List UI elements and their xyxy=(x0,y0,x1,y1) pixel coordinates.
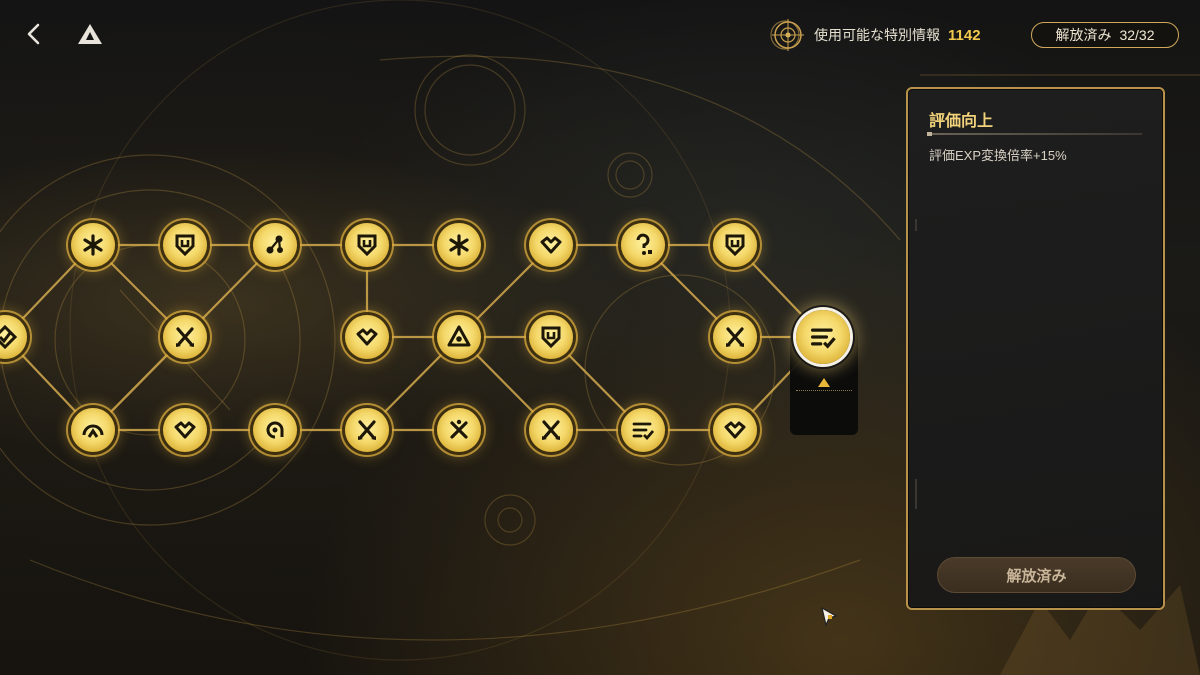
cross-arrows-icon xyxy=(358,420,376,440)
back-button[interactable] xyxy=(14,14,54,54)
skill-node[interactable] xyxy=(345,315,389,359)
panel-scroll-mark xyxy=(915,219,917,231)
skill-node[interactable] xyxy=(163,408,207,452)
cross-arrows-icon xyxy=(542,420,560,440)
skill-node[interactable] xyxy=(529,223,573,267)
intel-value: 1142 xyxy=(948,26,981,44)
heart-check-icon xyxy=(356,328,378,346)
skill-node[interactable] xyxy=(713,408,757,452)
panel-description: 評価EXP変換倍率+15% xyxy=(929,148,1067,163)
skill-node[interactable] xyxy=(713,315,757,359)
skill-node-selected[interactable] xyxy=(796,310,850,364)
cross-arrows-icon xyxy=(726,327,744,347)
panel-scroll-mark xyxy=(915,479,917,509)
home-logo-button[interactable] xyxy=(70,14,110,54)
skill-node[interactable] xyxy=(529,315,573,359)
mouse-cursor-icon xyxy=(821,606,838,627)
skill-node[interactable] xyxy=(253,223,297,267)
skill-node[interactable] xyxy=(713,223,757,267)
skill-node[interactable] xyxy=(253,408,297,452)
unlocked-label: 解放済み xyxy=(1055,27,1112,43)
heart-check-icon xyxy=(724,421,746,439)
skill-node[interactable] xyxy=(345,223,389,267)
skill-node[interactable] xyxy=(163,223,207,267)
x-split-icon xyxy=(450,419,468,439)
circle-a-icon xyxy=(266,421,284,439)
chevron-left-icon xyxy=(27,23,40,45)
unlocked-badge: 解放済み 32/32 xyxy=(1031,22,1179,48)
triangle-logo-icon xyxy=(78,24,102,44)
unlocked-count: 32/32 xyxy=(1119,27,1155,43)
intel-label: 使用可能な特別情報 xyxy=(814,27,940,43)
cross-arrows-icon xyxy=(176,327,194,347)
skill-node[interactable] xyxy=(71,408,115,452)
skill-detail-panel: 評価向上 評価EXP変換倍率+15% 解放済み xyxy=(906,87,1165,610)
skill-node[interactable] xyxy=(437,408,481,452)
asterisk-icon xyxy=(83,234,103,256)
intel-counter: 使用可能な特別情報 1142 xyxy=(770,18,981,52)
skill-node[interactable] xyxy=(0,315,27,359)
skill-node[interactable] xyxy=(437,315,481,359)
selected-marker-icon xyxy=(818,378,830,387)
shield-u-icon xyxy=(175,234,195,257)
shield-u-icon xyxy=(725,234,745,257)
triangle-eye-icon xyxy=(447,325,471,347)
list-check-icon xyxy=(632,422,655,441)
skill-node[interactable] xyxy=(621,408,665,452)
unlocked-button[interactable]: 解放済み xyxy=(937,557,1136,593)
skill-node[interactable] xyxy=(71,223,115,267)
skill-node[interactable] xyxy=(345,408,389,452)
heart-check-icon xyxy=(174,421,196,439)
panel-divider xyxy=(927,132,1142,136)
heart-check-icon xyxy=(540,236,562,254)
skill-node[interactable] xyxy=(621,223,665,267)
panel-title: 評価向上 xyxy=(929,113,994,130)
asterisk-icon xyxy=(449,234,469,256)
dome-up-icon xyxy=(82,424,104,438)
question-icon xyxy=(636,233,652,255)
diamond-check-icon xyxy=(0,324,18,350)
selected-node-caption xyxy=(796,390,852,394)
shield-u-icon xyxy=(357,234,377,257)
molecule-icon xyxy=(266,235,283,254)
skill-node[interactable] xyxy=(163,315,207,359)
list-check-icon xyxy=(811,328,836,349)
shield-u-icon xyxy=(541,326,561,349)
skill-node[interactable] xyxy=(437,223,481,267)
radar-icon xyxy=(772,19,804,51)
skill-node[interactable] xyxy=(529,408,573,452)
